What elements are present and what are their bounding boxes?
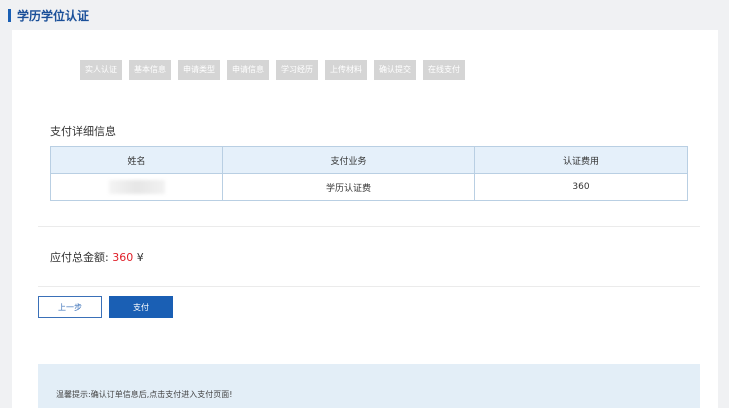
step-confirm-submit[interactable]: 确认提交 [374, 60, 416, 80]
cell-fee: 360 [474, 173, 688, 201]
column-header-name: 姓名 [50, 146, 223, 174]
table-header-row: 姓名 支付业务 认证费用 [50, 146, 688, 174]
step-application-type[interactable]: 申请类型 [178, 60, 220, 80]
tip-text: 温馨提示:确认订单信息后,点击支付进入支付页面! [56, 390, 233, 399]
divider [38, 286, 700, 287]
step-application-info[interactable]: 申请信息 [227, 60, 269, 80]
tip-box: 温馨提示:确认订单信息后,点击支付进入支付页面! [38, 364, 700, 408]
page-title: 学历学位认证 [17, 8, 90, 23]
column-header-business: 支付业务 [222, 146, 475, 174]
redacted-name [108, 180, 165, 194]
cell-name [50, 173, 223, 201]
total-label: 应付总金额: [50, 251, 109, 264]
main-card: 实人认证 基本信息 申请类型 申请信息 学习经历 上传材料 确认提交 在线支付 … [12, 30, 718, 408]
previous-step-button[interactable]: 上一步 [38, 296, 102, 318]
title-accent-bar [8, 8, 11, 22]
currency-symbol: ¥ [136, 251, 144, 264]
payment-table: 姓名 支付业务 认证费用 学历认证费 360 [50, 146, 688, 201]
payment-details-title: 支付详细信息 [50, 125, 116, 138]
cell-business: 学历认证费 [222, 173, 475, 201]
step-study-history[interactable]: 学习经历 [276, 60, 318, 80]
step-basic-info[interactable]: 基本信息 [129, 60, 171, 80]
step-upload-materials[interactable]: 上传材料 [325, 60, 367, 80]
step-online-payment[interactable]: 在线支付 [423, 60, 465, 80]
step-real-person-auth[interactable]: 实人认证 [80, 60, 122, 80]
divider [38, 226, 700, 227]
table-row: 学历认证费 360 [50, 173, 688, 201]
pay-button[interactable]: 支付 [109, 296, 173, 318]
total-amount: 应付总金额: 360 ¥ [50, 249, 144, 265]
column-header-fee: 认证费用 [474, 146, 688, 174]
step-bar: 实人认证 基本信息 申请类型 申请信息 学习经历 上传材料 确认提交 在线支付 [80, 60, 472, 80]
total-value: 360 [112, 251, 134, 264]
page-header: 学历学位认证 [0, 0, 729, 30]
